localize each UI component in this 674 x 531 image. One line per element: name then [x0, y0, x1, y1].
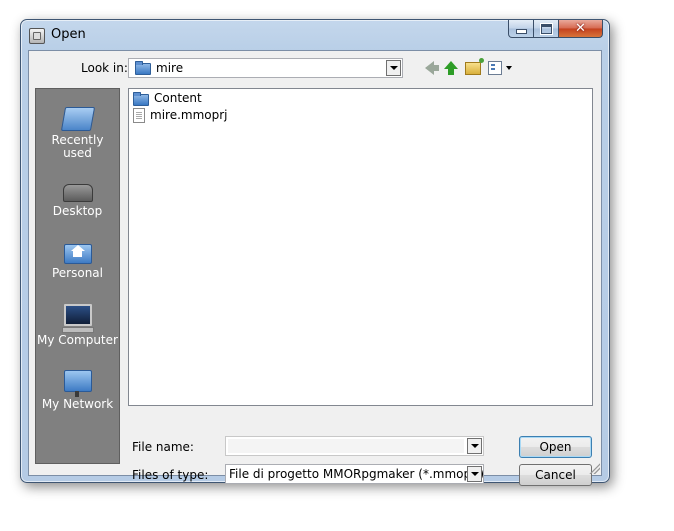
files-of-type-value: File di progetto MMORpgmaker (*.mmoprj) — [229, 467, 485, 481]
place-personal[interactable]: Personal — [36, 240, 119, 280]
file-name-input[interactable] — [228, 439, 464, 453]
place-recently-used[interactable]: Recently used — [36, 107, 119, 160]
look-in-label: Look in: — [81, 61, 128, 75]
look-in-dropdown[interactable]: mire — [128, 58, 403, 78]
place-desktop[interactable]: Desktop — [36, 178, 119, 218]
list-item-folder[interactable]: Content — [133, 90, 202, 106]
place-label: Desktop — [52, 204, 103, 218]
up-folder-button[interactable] — [442, 59, 460, 77]
list-item-label: mire.mmoprj — [150, 108, 228, 122]
place-label: Personal — [51, 266, 103, 280]
close-icon: ✕ — [575, 21, 586, 36]
views-menu-button[interactable] — [486, 59, 514, 77]
window-title: Open — [51, 27, 86, 42]
place-my-computer[interactable]: My Computer — [36, 304, 119, 347]
look-in-dropdown-arrow[interactable] — [386, 60, 401, 76]
cancel-button[interactable]: Cancel — [519, 464, 592, 486]
maximize-icon — [540, 23, 552, 34]
open-dialog-window: Open ✕ Look in: mire Recently used Deskt… — [20, 19, 610, 486]
back-button[interactable] — [420, 59, 439, 77]
place-label: Recently used — [51, 133, 104, 160]
navigation-toolbar — [420, 57, 514, 77]
place-my-network[interactable]: My Network — [36, 370, 119, 411]
file-list[interactable]: Content mire.mmoprj — [128, 88, 593, 406]
close-button[interactable]: ✕ — [559, 20, 603, 38]
files-of-type-dropdown-arrow[interactable] — [467, 466, 482, 482]
back-arrow-icon — [424, 61, 439, 75]
open-button[interactable]: Open — [519, 436, 592, 458]
place-label: My Network — [41, 397, 114, 411]
chevron-down-icon — [470, 444, 479, 448]
files-of-type-label: Files of type: — [132, 468, 209, 482]
chevron-down-icon — [389, 66, 398, 70]
place-label: My Computer — [37, 333, 118, 347]
maximize-button[interactable] — [534, 20, 559, 38]
dialog-client-area: Look in: mire Recently used Desktop Pers… — [28, 50, 602, 486]
look-in-value: mire — [156, 61, 184, 75]
network-icon — [63, 370, 92, 397]
file-name-combo — [225, 436, 484, 456]
new-folder-icon — [465, 57, 484, 75]
views-dropdown-arrow-icon — [506, 66, 512, 70]
personal-folder-icon — [63, 244, 92, 264]
recent-icon — [60, 107, 95, 131]
places-bar: Recently used Desktop Personal My Comput… — [35, 88, 120, 464]
title-bar[interactable]: Open ✕ — [21, 20, 609, 50]
desktop-icon — [62, 184, 93, 202]
resize-grip-icon[interactable] — [588, 462, 600, 474]
chevron-down-icon — [470, 472, 479, 476]
list-item-label: Content — [154, 91, 202, 105]
app-icon — [29, 28, 45, 44]
file-name-label: File name: — [132, 440, 194, 454]
files-of-type-dropdown[interactable]: File di progetto MMORpgmaker (*.mmoprj) — [225, 464, 484, 484]
folder-icon — [133, 91, 149, 106]
folder-icon — [135, 61, 151, 75]
minimize-button[interactable] — [508, 20, 534, 38]
file-name-dropdown-arrow[interactable] — [467, 438, 482, 454]
views-menu-icon — [488, 61, 502, 75]
new-folder-button[interactable] — [464, 57, 484, 77]
up-folder-icon — [444, 61, 458, 75]
caption-buttons: ✕ — [508, 20, 603, 39]
minimize-icon — [515, 29, 527, 34]
list-item-file[interactable]: mire.mmoprj — [133, 107, 228, 123]
document-icon — [133, 107, 145, 123]
computer-icon — [61, 304, 94, 333]
